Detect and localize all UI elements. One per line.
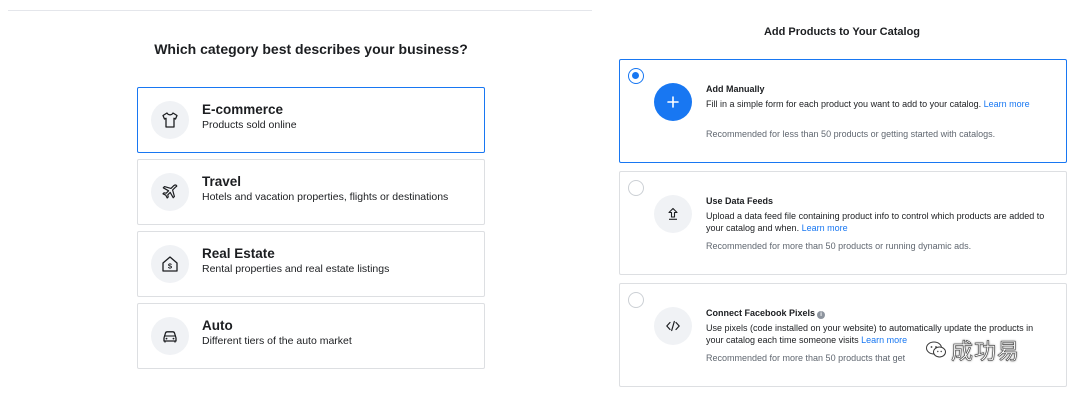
code-icon [654,307,692,345]
house-dollar-icon: $ [151,245,189,283]
radio-data-feeds[interactable] [628,180,644,196]
option-card-add-manually[interactable]: Add Manually Fill in a simple form for e… [619,59,1067,163]
car-icon [151,317,189,355]
category-title: Auto [202,318,233,333]
info-icon[interactable]: i [817,311,826,319]
divider [8,10,592,11]
option-note: Recommended for less than 50 products or… [706,129,996,139]
add-products-heading: Add Products to Your Catalog [763,26,921,38]
category-card-ecommerce[interactable]: E-commerce Products sold online [137,87,485,153]
category-description: Hotels and vacation properties, flights … [202,191,449,203]
category-description: Products sold online [202,119,297,131]
category-heading: Which category best describes your busin… [154,41,468,57]
radio-add-manually[interactable] [628,68,644,84]
option-card-data-feeds[interactable]: Use Data Feeds Upload a data feed file c… [619,171,1067,275]
radio-facebook-pixels[interactable] [628,292,644,308]
option-note: Recommended for more than 50 products or… [706,241,972,251]
watermark-text: 成功易 [951,340,1021,366]
option-note: Recommended for more than 50 products th… [706,353,906,363]
learn-more-link[interactable]: Learn more [802,223,848,233]
category-description: Rental properties and real estate listin… [202,263,390,275]
learn-more-link[interactable]: Learn more [984,99,1030,109]
tshirt-icon [151,101,189,139]
category-card-travel[interactable]: Travel Hotels and vacation properties, f… [137,159,485,225]
option-description: Fill in a simple form for each product y… [706,99,1030,109]
option-title: Use Data Feeds [706,196,774,206]
category-panel: Which category best describes your busin… [0,0,600,395]
category-title: Real Estate [202,246,275,261]
svg-text:$: $ [168,262,173,271]
category-description: Different tiers of the auto market [202,335,352,347]
category-title: E-commerce [202,102,284,117]
learn-more-link[interactable]: Learn more [861,335,907,345]
option-description: Upload a data feed file containing produ… [706,211,1045,233]
watermark: 成功易 [925,334,1020,366]
airplane-icon [151,173,189,211]
wechat-icon [926,341,946,358]
option-title: Add Manually [706,84,765,94]
option-title: Connect Facebook Pixels i [706,308,826,319]
plus-icon [654,83,692,121]
upload-icon [654,195,692,233]
category-card-auto[interactable]: Auto Different tiers of the auto market [137,303,485,369]
category-card-real-estate[interactable]: $ Real Estate Rental properties and real… [137,231,485,297]
category-title: Travel [202,174,242,189]
